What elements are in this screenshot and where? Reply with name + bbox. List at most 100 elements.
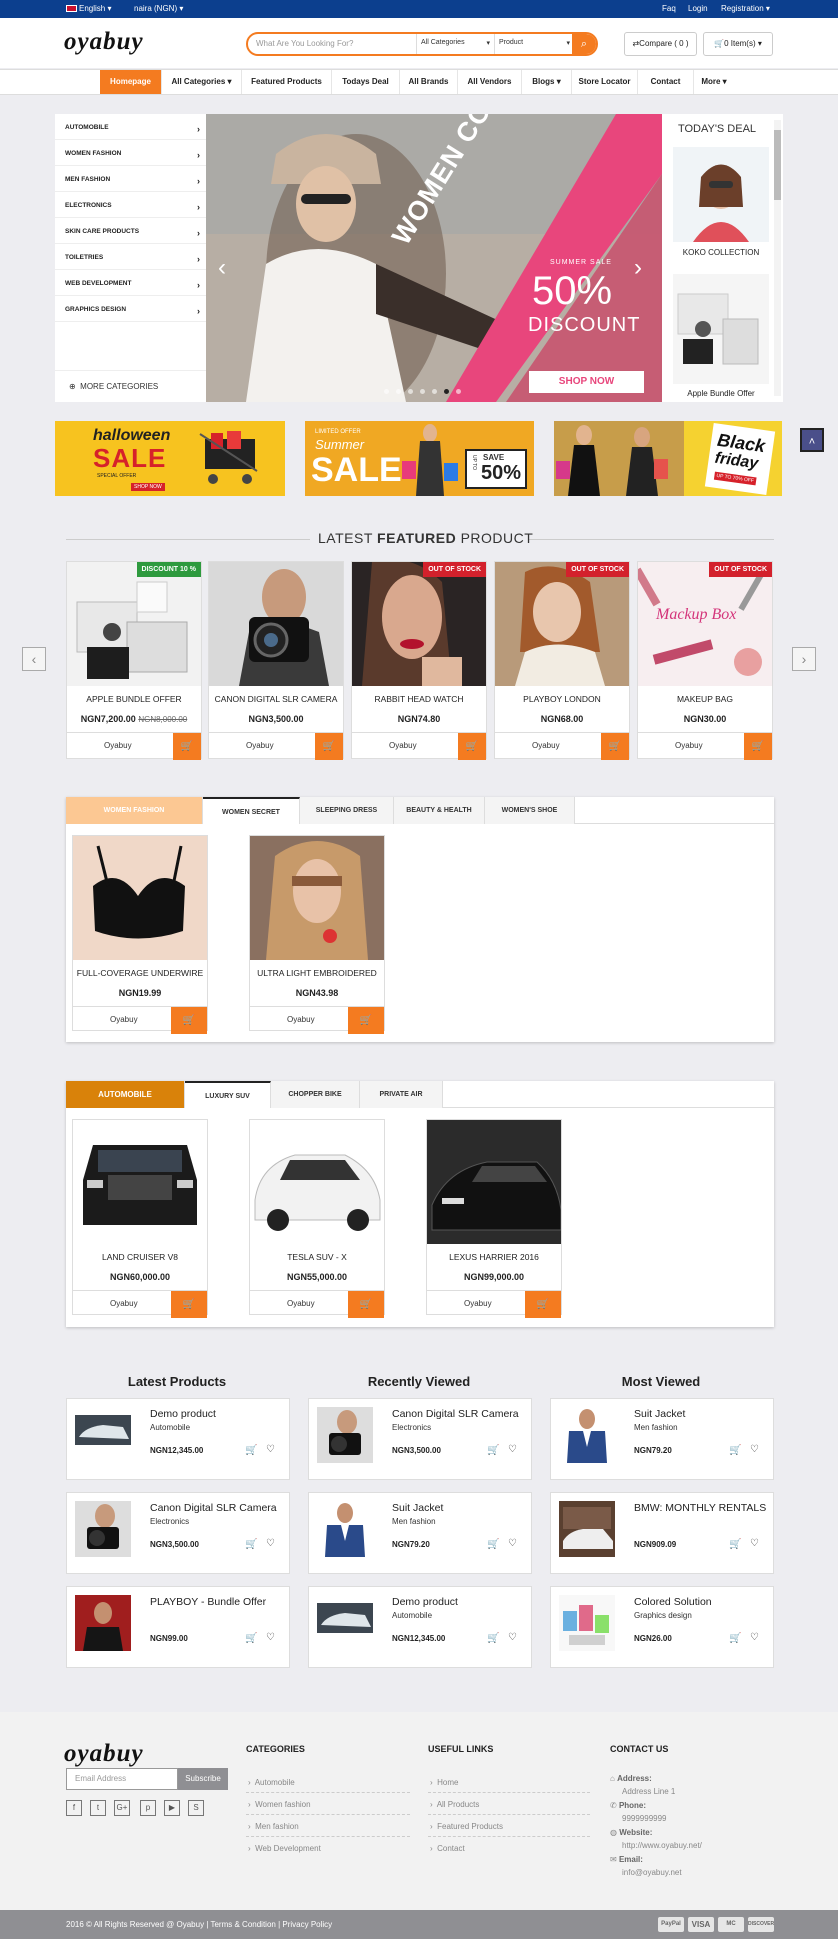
seller-link[interactable]: Oyabuy xyxy=(110,1015,138,1024)
heart-icon[interactable]: ♡ xyxy=(750,1444,759,1455)
tab-sleeping-dress[interactable]: SLEEPING DRESS xyxy=(300,797,394,824)
list-item[interactable]: PLAYBOY - Bundle Offer NGN99.00 🛒 ♡ xyxy=(66,1586,290,1668)
tab-women-fashion[interactable]: WOMEN FASHION xyxy=(66,797,203,824)
summer-sale-banner[interactable]: LIMITED OFFER Summer SALE UP TO SAVE 50% xyxy=(305,421,534,496)
deal-item-koko[interactable]: KOKO COLLECTION xyxy=(662,248,780,257)
cart-icon[interactable]: 🛒 xyxy=(245,1539,257,1550)
nav-contact[interactable]: Contact xyxy=(638,70,694,94)
heart-icon[interactable]: ♡ xyxy=(266,1632,275,1643)
deal-item-apple[interactable]: Apple Bundle Offer xyxy=(662,389,780,398)
add-to-cart-button[interactable]: 🛒 xyxy=(348,1007,384,1034)
list-item[interactable]: Colored Solution Graphics design NGN26.0… xyxy=(550,1586,774,1668)
tab-womens-shoe[interactable]: WOMEN'S SHOE xyxy=(485,797,575,824)
faq-link[interactable]: Faq xyxy=(662,4,676,13)
add-to-cart-button[interactable]: 🛒 xyxy=(601,733,629,760)
nav-featured-products[interactable]: Featured Products xyxy=(242,70,332,94)
product-name[interactable]: FULL-COVERAGE UNDERWIRE xyxy=(73,968,207,978)
product-name[interactable]: PLAYBOY - Bundle Offer xyxy=(150,1596,285,1608)
heart-icon[interactable]: ♡ xyxy=(508,1538,517,1549)
add-to-cart-button[interactable]: 🛒 xyxy=(315,733,343,760)
category-automobile[interactable]: AUTOMOBILE › xyxy=(65,124,200,134)
product-card[interactable]: DISCOUNT 10 % APPLE BUNDLE OFFER NGN7,20… xyxy=(66,561,202,760)
product-card[interactable]: TESLA SUV - X NGN55,000.00 Oyabuy 🛒 xyxy=(249,1119,385,1318)
site-logo[interactable]: oyabuy xyxy=(64,28,144,56)
nav-homepage[interactable]: Homepage xyxy=(100,70,162,94)
product-name[interactable]: Suit Jacket xyxy=(634,1408,769,1420)
type-select[interactable]: Product ▾ xyxy=(494,34,574,54)
heart-icon[interactable]: ♡ xyxy=(508,1632,517,1643)
youtube-icon[interactable]: ▶ xyxy=(164,1800,180,1816)
product-card[interactable]: CANON DIGITAL SLR CAMERA NGN3,500.00 Oya… xyxy=(208,561,344,760)
deal-scrollbar[interactable] xyxy=(774,120,781,396)
product-name[interactable]: APPLE BUNDLE OFFER xyxy=(67,694,201,704)
product-name[interactable]: RABBIT HEAD WATCH xyxy=(352,694,486,704)
registration-link[interactable]: Registration ▾ xyxy=(721,4,770,13)
nav-all-categories[interactable]: All Categories ▾ xyxy=(162,70,242,94)
add-to-cart-button[interactable]: 🛒 xyxy=(525,1291,561,1318)
cart-icon[interactable]: 🛒 xyxy=(487,1445,499,1456)
seller-link[interactable]: Oyabuy xyxy=(675,741,703,750)
product-name[interactable]: PLAYBOY LONDON xyxy=(495,694,629,704)
list-item[interactable]: Demo product Automobile NGN12,345.00 🛒 ♡ xyxy=(308,1586,532,1668)
seller-link[interactable]: Oyabuy xyxy=(464,1299,492,1308)
compare-button[interactable]: ⇄Compare ( 0 ) xyxy=(624,32,697,56)
cart-icon[interactable]: 🛒 xyxy=(729,1633,741,1644)
deal-image-apple[interactable] xyxy=(673,274,769,384)
product-card[interactable]: FULL-COVERAGE UNDERWIRE NGN19.99 Oyabuy 🛒 xyxy=(72,835,208,1034)
footer-category-link[interactable]: › Women fashion xyxy=(248,1800,311,1809)
tab-women-secret[interactable]: WOMEN SECRET xyxy=(203,797,300,824)
shop-now-button[interactable]: SHOP NOW xyxy=(529,371,644,393)
slider-next-icon[interactable]: › xyxy=(634,254,642,282)
halloween-banner[interactable]: halloween SALE SPECIAL OFFER SHOP NOW xyxy=(55,421,285,496)
footer-category-link[interactable]: › Automobile xyxy=(248,1778,295,1787)
nav-all-vendors[interactable]: All Vendors xyxy=(458,70,522,94)
product-name[interactable]: Colored Solution xyxy=(634,1596,769,1608)
heart-icon[interactable]: ♡ xyxy=(266,1444,275,1455)
product-name[interactable]: BMW: MONTHLY RENTALS xyxy=(634,1502,769,1514)
add-to-cart-button[interactable]: 🛒 xyxy=(171,1291,207,1318)
seller-link[interactable]: Oyabuy xyxy=(104,741,132,750)
heart-icon[interactable]: ♡ xyxy=(750,1538,759,1549)
privacy-link[interactable]: Privacy Policy xyxy=(282,1920,332,1929)
category-electronics[interactable]: ELECTRONICS › xyxy=(65,202,200,212)
category-web-development[interactable]: WEB DEVELOPMENT › xyxy=(65,280,200,290)
category-skin-care[interactable]: SKIN CARE PRODUCTS › xyxy=(65,228,200,238)
featured-prev-button[interactable]: ‹ xyxy=(22,647,46,671)
footer-link[interactable]: › All Products xyxy=(430,1800,479,1809)
list-item[interactable]: Suit Jacket Men fashion NGN79.20 🛒 ♡ xyxy=(550,1398,774,1480)
product-card[interactable]: OUT OF STOCK PLAYBOY LONDON NGN68.00 Oya… xyxy=(494,561,630,760)
skype-icon[interactable]: S xyxy=(188,1800,204,1816)
product-name[interactable]: CANON DIGITAL SLR CAMERA xyxy=(209,694,343,704)
seller-link[interactable]: Oyabuy xyxy=(532,741,560,750)
cart-icon[interactable]: 🛒 xyxy=(487,1539,499,1550)
nav-todays-deal[interactable]: Todays Deal xyxy=(332,70,400,94)
product-name[interactable]: Canon Digital SLR Camera xyxy=(392,1408,527,1420)
product-name[interactable]: Canon Digital SLR Camera xyxy=(150,1502,285,1514)
list-item[interactable]: Canon Digital SLR Camera Electronics NGN… xyxy=(66,1492,290,1574)
seller-link[interactable]: Oyabuy xyxy=(110,1299,138,1308)
cart-icon[interactable]: 🛒 xyxy=(729,1445,741,1456)
list-item[interactable]: Canon Digital SLR Camera Electronics NGN… xyxy=(308,1398,532,1480)
tab-private-air[interactable]: PRIVATE AIR xyxy=(360,1081,443,1108)
add-to-cart-button[interactable]: 🛒 xyxy=(171,1007,207,1034)
add-to-cart-button[interactable]: 🛒 xyxy=(348,1291,384,1318)
cart-icon[interactable]: 🛒 xyxy=(729,1539,741,1550)
product-name[interactable]: Suit Jacket xyxy=(392,1502,527,1514)
add-to-cart-button[interactable]: 🛒 xyxy=(173,733,201,760)
newsletter-email-input[interactable]: Email Address xyxy=(66,1768,178,1790)
tab-luxury-suv[interactable]: LUXURY SUV xyxy=(185,1081,271,1108)
slider-dots[interactable] xyxy=(384,389,484,395)
cart-button[interactable]: 🛒0 Item(s) ▾ xyxy=(703,32,773,56)
product-name[interactable]: MAKEUP BAG xyxy=(638,694,772,704)
search-input[interactable]: What Are You Looking For? xyxy=(256,39,353,48)
category-graphics-design[interactable]: GRAPHICS DESIGN › xyxy=(65,306,200,316)
nav-store-locator[interactable]: Store Locator xyxy=(572,70,638,94)
product-name[interactable]: LEXUS HARRIER 2016 xyxy=(427,1252,561,1262)
heart-icon[interactable]: ♡ xyxy=(750,1632,759,1643)
cart-icon[interactable]: 🛒 xyxy=(245,1445,257,1456)
featured-next-button[interactable]: › xyxy=(792,647,816,671)
nav-blogs[interactable]: Blogs ▾ xyxy=(522,70,572,94)
product-name[interactable]: Demo product xyxy=(150,1408,285,1420)
category-women-fashion[interactable]: WOMEN FASHION › xyxy=(65,150,200,160)
heart-icon[interactable]: ♡ xyxy=(266,1538,275,1549)
